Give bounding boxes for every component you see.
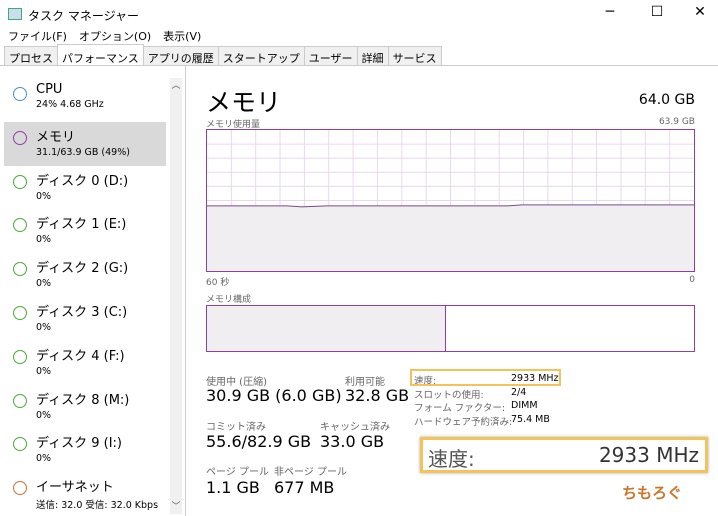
sidebar-item-name: ディスク 1 (E:): [36, 217, 127, 233]
sidebar-item-detail: 0%: [36, 453, 52, 465]
time-right-label: 0: [689, 275, 695, 285]
committed-value: 55.6/82.9 GB: [206, 432, 312, 451]
composition-in-use: [207, 306, 446, 351]
status-circle-icon: [13, 174, 27, 189]
status-circle-icon: [13, 437, 27, 452]
status-circle-icon: [13, 87, 27, 101]
usage-graph-svg: [207, 130, 694, 271]
menu-view[interactable]: 表示(V): [163, 30, 201, 43]
watermark-logo: ちもろぐ: [622, 484, 683, 502]
sidebar-item[interactable]: メモリ 31.1/63.9 GB (49%): [4, 121, 166, 166]
sidebar-item-detail: 0%: [36, 278, 52, 290]
sidebar-item-detail: 送信: 32.0 受信: 32.0 Kbps: [36, 500, 159, 512]
tab-startup[interactable]: スタートアップ: [217, 46, 305, 66]
sidebar-item[interactable]: ディスク 9 (I:) 0%: [4, 428, 166, 472]
close-button[interactable]: ✕: [680, 4, 718, 20]
tab-app-history[interactable]: アプリの履歴: [142, 46, 219, 66]
callout-speed-label: 速度:: [428, 447, 475, 471]
usage-max: 63.9 GB: [658, 117, 695, 127]
sidebar-item[interactable]: CPU 24% 4.68 GHz: [4, 78, 166, 122]
composition-label: メモリ構成: [206, 295, 252, 305]
cached-label: キャッシュ済み: [320, 422, 390, 433]
minimize-button[interactable]: ─: [590, 4, 630, 20]
detail-row: ハードウェア予約済み: 75.4 MB: [414, 414, 564, 428]
paged-pool-value: 1.1 GB: [206, 478, 260, 497]
detail-row: フォーム ファクター: DIMM: [414, 400, 564, 414]
tab-performance[interactable]: パフォーマンス: [57, 44, 144, 66]
tab-users[interactable]: ユーザー: [303, 46, 358, 66]
sidebar-item-detail: 0%: [36, 190, 52, 202]
detail-value: 75.4 MB: [511, 413, 550, 425]
sidebar-item-name: ディスク 4 (F:): [36, 348, 125, 364]
scroll-down-icon[interactable]: ﹀: [170, 499, 182, 512]
memory-composition-bar: [206, 305, 695, 352]
status-circle-icon: [13, 349, 27, 364]
sidebar-item[interactable]: ディスク 0 (D:) 0%: [4, 166, 166, 210]
memory-usage-graph: [206, 129, 695, 272]
status-circle-icon: [13, 305, 27, 320]
sidebar-item[interactable]: ディスク 2 (G:) 0%: [4, 253, 166, 297]
maximize-button[interactable]: ☐: [637, 4, 677, 20]
committed-label: コミット済み: [206, 422, 266, 433]
detail-value: 2/4: [511, 386, 527, 398]
time-left-label: 60 秒: [206, 278, 230, 288]
sidebar-item[interactable]: ディスク 3 (C:) 0%: [4, 297, 166, 341]
menu-bar: ファイル(F) オプション(O) 表示(V): [0, 28, 205, 44]
page-title: メモリ: [206, 88, 282, 117]
task-manager-icon: [8, 8, 22, 20]
cached-value: 33.0 GB: [320, 432, 385, 451]
sidebar-item[interactable]: ディスク 8 (M:) 0%: [4, 385, 166, 429]
in-use-value: 30.9 GB (6.0 GB): [206, 386, 342, 405]
detail-key: フォーム ファクター:: [414, 403, 506, 414]
sidebar-item-detail: 24% 4.68 GHz: [36, 99, 104, 110]
nonpaged-pool-value: 677 MB: [274, 478, 335, 497]
sidebar-item-detail: 0%: [36, 234, 52, 246]
detail-key: スロットの使用:: [414, 389, 484, 401]
sidebar-item-name: CPU: [36, 82, 63, 97]
speed-callout: 速度: 2933 MHz: [420, 437, 708, 473]
scroll-up-icon[interactable]: ︿: [170, 78, 182, 91]
sidebar-item-name: ディスク 9 (I:): [36, 436, 122, 452]
detail-key: ハードウェア予約済み:: [414, 416, 513, 428]
sidebar-item-name: ディスク 2 (G:): [36, 261, 129, 277]
sidebar-item-detail: 0%: [36, 365, 52, 377]
sidebar-item[interactable]: ディスク 4 (F:) 0%: [4, 341, 166, 385]
sidebar-item[interactable]: ディスク 1 (E:) 0%: [4, 209, 166, 253]
detail-value: DIMM: [511, 400, 538, 411]
status-circle-icon: [13, 393, 27, 408]
sidebar-item-name: ディスク 3 (C:): [36, 304, 128, 320]
tab-details[interactable]: 詳細: [356, 46, 389, 66]
tab-bar: プロセス パフォーマンス アプリの履歴 スタートアップ ユーザー 詳細 サービス: [4, 44, 442, 66]
tab-processes[interactable]: プロセス: [4, 46, 58, 66]
divider: [185, 66, 186, 516]
sidebar-item-name: イーサネット: [36, 480, 114, 496]
available-value: 32.8 GB: [345, 386, 410, 405]
sidebar-item-name: ディスク 0 (D:): [36, 173, 129, 189]
sidebar-item-detail: 0%: [36, 321, 52, 333]
sidebar-scrollbar[interactable]: ︿ ﹀: [170, 78, 182, 514]
status-circle-icon: [13, 481, 27, 496]
nonpaged-pool-label: 非ページ プール: [274, 467, 347, 478]
status-circle-icon: [13, 262, 27, 277]
title-bar: タスク マネージャー ─ ☐ ✕: [0, 0, 718, 28]
status-circle-icon: [13, 130, 27, 145]
paged-pool-label: ページ プール: [206, 467, 269, 478]
divider: [0, 65, 718, 66]
menu-file[interactable]: ファイル(F): [8, 30, 67, 43]
callout-speed-value: 2933 MHz: [598, 443, 699, 467]
sidebar-item-name: メモリ: [36, 129, 76, 145]
window-title: タスク マネージャー: [28, 9, 139, 23]
resource-list: CPU 24% 4.68 GHz メモリ 31.1/63.9 GB (49%) ディスク…: [4, 78, 166, 516]
tab-services[interactable]: サービス: [387, 46, 442, 66]
status-circle-icon: [13, 218, 27, 233]
sidebar-item[interactable]: イーサネット送信: 32.0 受信: 32.0 Kbps: [4, 472, 166, 516]
sidebar-item-detail: 0%: [36, 409, 52, 421]
detail-row: スロットの使用: 2/4: [414, 387, 564, 401]
sidebar-item-detail: 31.1/63.9 GB (49%): [36, 146, 130, 158]
usage-area: [207, 204, 694, 271]
total-memory: 64.0 GB: [638, 92, 695, 108]
menu-options[interactable]: オプション(O): [79, 30, 151, 43]
sidebar-item-name: ディスク 8 (M:): [36, 392, 130, 408]
speed-highlight: [410, 369, 561, 386]
